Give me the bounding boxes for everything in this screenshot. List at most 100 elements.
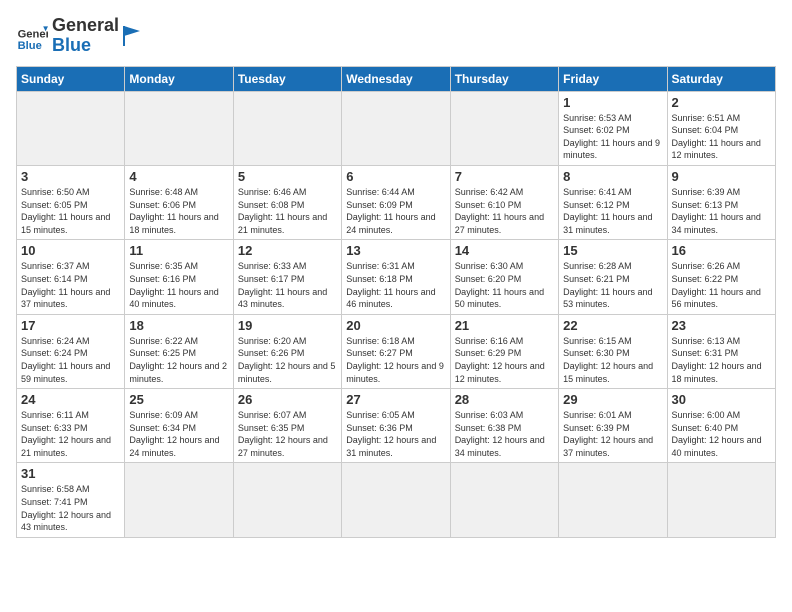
logo-flag-icon <box>123 25 141 47</box>
calendar-week-row: 1 Sunrise: 6:53 AMSunset: 6:02 PMDaylight… <box>17 91 776 165</box>
day-info: Sunrise: 6:58 AMSunset: 7:41 PMDaylight:… <box>21 483 120 533</box>
calendar-cell: 20Sunrise: 6:18 AMSunset: 6:27 PMDayligh… <box>342 314 450 388</box>
calendar-cell: 3 Sunrise: 6:50 AMSunset: 6:05 PMDaylight… <box>17 165 125 239</box>
calendar-cell <box>559 463 667 537</box>
day-number: 26 <box>238 392 337 407</box>
calendar-cell <box>342 463 450 537</box>
day-number: 21 <box>455 318 554 333</box>
calendar-header-row: Sunday Monday Tuesday Wednesday Thursday… <box>17 66 776 91</box>
calendar-cell: 23Sunrise: 6:13 AMSunset: 6:31 PMDayligh… <box>667 314 775 388</box>
calendar-cell: 21Sunrise: 6:16 AMSunset: 6:29 PMDayligh… <box>450 314 558 388</box>
day-info: Sunrise: 6:18 AMSunset: 6:27 PMDaylight:… <box>346 335 445 385</box>
day-info: Sunrise: 6:51 AMSunset: 6:04 PMDaylight:… <box>672 112 771 162</box>
day-number: 1 <box>563 95 662 110</box>
calendar-cell <box>125 91 233 165</box>
col-monday: Monday <box>125 66 233 91</box>
day-number: 13 <box>346 243 445 258</box>
day-number: 4 <box>129 169 228 184</box>
calendar-cell: 29Sunrise: 6:01 AMSunset: 6:39 PMDayligh… <box>559 389 667 463</box>
calendar-cell <box>342 91 450 165</box>
calendar-cell: 7Sunrise: 6:42 AMSunset: 6:10 PMDaylight… <box>450 165 558 239</box>
day-number: 10 <box>21 243 120 258</box>
day-number: 9 <box>672 169 771 184</box>
calendar-cell: 15 Sunrise: 6:28 AMSunset: 6:21 PMDayligh… <box>559 240 667 314</box>
calendar-cell: 11 Sunrise: 6:35 AMSunset: 6:16 PMDayligh… <box>125 240 233 314</box>
logo: General Blue General Blue <box>16 16 141 56</box>
day-info: Sunrise: 6:09 AMSunset: 6:34 PMDaylight:… <box>129 409 228 459</box>
logo-icon: General Blue <box>16 20 48 52</box>
calendar-week-row: 3 Sunrise: 6:50 AMSunset: 6:05 PMDaylight… <box>17 165 776 239</box>
day-number: 6 <box>346 169 445 184</box>
day-info: Sunrise: 6:24 AMSunset: 6:24 PMDaylight:… <box>21 335 120 385</box>
day-info: Sunrise: 6:35 AMSunset: 6:16 PMDaylight:… <box>129 260 228 310</box>
calendar-cell: 8 Sunrise: 6:41 AMSunset: 6:12 PMDaylight… <box>559 165 667 239</box>
day-number: 15 <box>563 243 662 258</box>
day-info: Sunrise: 6:28 AMSunset: 6:21 PMDaylight:… <box>563 260 662 310</box>
day-number: 31 <box>21 466 120 481</box>
day-number: 27 <box>346 392 445 407</box>
day-number: 29 <box>563 392 662 407</box>
calendar-cell <box>450 463 558 537</box>
calendar-week-row: 24 Sunrise: 6:11 AMSunset: 6:33 PMDayligh… <box>17 389 776 463</box>
day-number: 12 <box>238 243 337 258</box>
logo-text-blue: Blue <box>52 36 119 56</box>
day-number: 22 <box>563 318 662 333</box>
day-number: 3 <box>21 169 120 184</box>
day-number: 2 <box>672 95 771 110</box>
day-info: Sunrise: 6:50 AMSunset: 6:05 PMDaylight:… <box>21 186 120 236</box>
calendar-cell: 17 Sunrise: 6:24 AMSunset: 6:24 PMDayligh… <box>17 314 125 388</box>
day-info: Sunrise: 6:03 AMSunset: 6:38 PMDaylight:… <box>455 409 554 459</box>
col-tuesday: Tuesday <box>233 66 341 91</box>
calendar-cell: 12 Sunrise: 6:33 AMSunset: 6:17 PMDayligh… <box>233 240 341 314</box>
calendar-week-row: 10Sunrise: 6:37 AMSunset: 6:14 PMDayligh… <box>17 240 776 314</box>
calendar-body: 1 Sunrise: 6:53 AMSunset: 6:02 PMDaylight… <box>17 91 776 537</box>
day-info: Sunrise: 6:30 AMSunset: 6:20 PMDaylight:… <box>455 260 554 310</box>
svg-text:Blue: Blue <box>18 40 42 52</box>
day-info: Sunrise: 6:41 AMSunset: 6:12 PMDaylight:… <box>563 186 662 236</box>
day-info: Sunrise: 6:48 AMSunset: 6:06 PMDaylight:… <box>129 186 228 236</box>
calendar-cell <box>233 463 341 537</box>
calendar-cell: 22Sunrise: 6:15 AMSunset: 6:30 PMDayligh… <box>559 314 667 388</box>
calendar-cell: 26 Sunrise: 6:07 AMSunset: 6:35 PMDayligh… <box>233 389 341 463</box>
calendar-cell: 24 Sunrise: 6:11 AMSunset: 6:33 PMDayligh… <box>17 389 125 463</box>
logo-text-general: General <box>52 16 119 36</box>
day-info: Sunrise: 6:00 AMSunset: 6:40 PMDaylight:… <box>672 409 771 459</box>
calendar-cell: 31 Sunrise: 6:58 AMSunset: 7:41 PMDayligh… <box>17 463 125 537</box>
day-info: Sunrise: 6:07 AMSunset: 6:35 PMDaylight:… <box>238 409 337 459</box>
col-sunday: Sunday <box>17 66 125 91</box>
calendar-cell: 16Sunrise: 6:26 AMSunset: 6:22 PMDayligh… <box>667 240 775 314</box>
day-info: Sunrise: 6:46 AMSunset: 6:08 PMDaylight:… <box>238 186 337 236</box>
calendar-cell <box>233 91 341 165</box>
day-number: 11 <box>129 243 228 258</box>
calendar-week-row: 31 Sunrise: 6:58 AMSunset: 7:41 PMDayligh… <box>17 463 776 537</box>
col-friday: Friday <box>559 66 667 91</box>
col-thursday: Thursday <box>450 66 558 91</box>
calendar-cell: 1 Sunrise: 6:53 AMSunset: 6:02 PMDaylight… <box>559 91 667 165</box>
calendar-cell <box>17 91 125 165</box>
day-number: 5 <box>238 169 337 184</box>
day-number: 30 <box>672 392 771 407</box>
day-info: Sunrise: 6:05 AMSunset: 6:36 PMDaylight:… <box>346 409 445 459</box>
calendar-cell: 30 Sunrise: 6:00 AMSunset: 6:40 PMDayligh… <box>667 389 775 463</box>
calendar-cell: 25 Sunrise: 6:09 AMSunset: 6:34 PMDayligh… <box>125 389 233 463</box>
day-number: 24 <box>21 392 120 407</box>
col-saturday: Saturday <box>667 66 775 91</box>
day-number: 18 <box>129 318 228 333</box>
day-info: Sunrise: 6:26 AMSunset: 6:22 PMDaylight:… <box>672 260 771 310</box>
calendar-cell: 18 Sunrise: 6:22 AMSunset: 6:25 PMDayligh… <box>125 314 233 388</box>
calendar-cell: 13Sunrise: 6:31 AMSunset: 6:18 PMDayligh… <box>342 240 450 314</box>
day-info: Sunrise: 6:22 AMSunset: 6:25 PMDaylight:… <box>129 335 228 385</box>
calendar-cell: 5 Sunrise: 6:46 AMSunset: 6:08 PMDaylight… <box>233 165 341 239</box>
day-number: 7 <box>455 169 554 184</box>
calendar-cell: 10Sunrise: 6:37 AMSunset: 6:14 PMDayligh… <box>17 240 125 314</box>
day-number: 8 <box>563 169 662 184</box>
day-info: Sunrise: 6:33 AMSunset: 6:17 PMDaylight:… <box>238 260 337 310</box>
day-number: 17 <box>21 318 120 333</box>
day-number: 25 <box>129 392 228 407</box>
day-info: Sunrise: 6:53 AMSunset: 6:02 PMDaylight:… <box>563 112 662 162</box>
day-info: Sunrise: 6:11 AMSunset: 6:33 PMDaylight:… <box>21 409 120 459</box>
calendar-cell: 19Sunrise: 6:20 AMSunset: 6:26 PMDayligh… <box>233 314 341 388</box>
calendar-cell: 28Sunrise: 6:03 AMSunset: 6:38 PMDayligh… <box>450 389 558 463</box>
day-number: 23 <box>672 318 771 333</box>
calendar-cell: 9Sunrise: 6:39 AMSunset: 6:13 PMDaylight… <box>667 165 775 239</box>
